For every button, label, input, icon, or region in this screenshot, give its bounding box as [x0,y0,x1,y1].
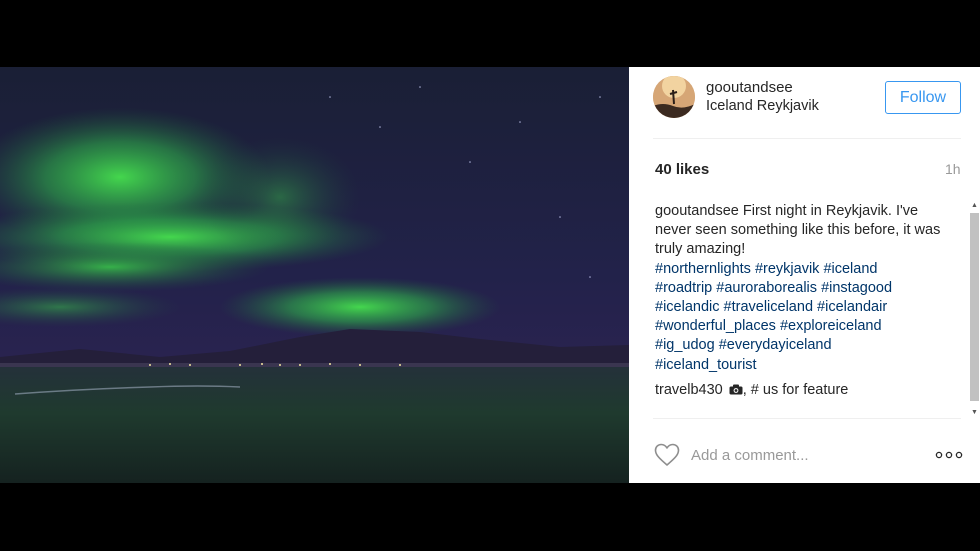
post-username[interactable]: gooutandsee [706,79,793,96]
comments-list: gooutandsee First night in Reykjavik. I'… [655,202,957,400]
hashtag[interactable]: #everydayiceland [719,337,832,353]
avatar-image [653,76,695,118]
hashtag[interactable]: #wonderful_places [655,318,776,334]
comment-item: travelb430 , # us for feature [655,381,957,400]
hashtag[interactable]: #roadtrip [655,280,712,296]
header-divider [653,138,961,139]
likes-count[interactable]: 40 likes [655,161,709,178]
hashtag[interactable]: #northernlights [655,261,751,277]
hashtag[interactable]: #icelandair [817,299,887,315]
follow-button[interactable]: Follow [885,81,961,114]
comment-footer [629,433,980,483]
caption-username[interactable]: gooutandsee [655,203,739,219]
post-photo[interactable] [0,67,629,483]
scrollbar-thumb[interactable] [970,213,979,401]
post-location[interactable]: Iceland Reykjavik [706,98,819,114]
caption: gooutandsee First night in Reykjavik. I'… [655,202,957,375]
post-time[interactable]: 1h [945,161,961,177]
footer-divider [653,418,961,419]
hashtag[interactable]: #reykjavik [755,261,819,277]
hashtag[interactable]: #icelandic [655,299,720,315]
hashtag[interactable]: #ig_udog [655,337,715,353]
comment-input[interactable] [691,443,921,467]
heart-icon[interactable] [654,443,680,467]
comment-text: , # us for feature [742,381,849,398]
aurora-photo [0,67,629,483]
hashtag[interactable]: #auroraborealis [716,280,817,296]
post-header: gooutandsee Iceland Reykjavik Follow [629,67,980,139]
more-options-icon[interactable] [935,445,963,465]
camera-icon [729,384,743,395]
hashtag[interactable]: #instagood [821,280,892,296]
hashtag[interactable]: #exploreiceland [780,318,882,334]
scroll-down-arrow-icon[interactable]: ▼ [970,408,979,417]
hashtag[interactable]: #traveliceland [724,299,813,315]
hashtag[interactable]: #iceland_tourist [655,357,757,373]
hashtag[interactable]: #iceland [823,261,877,277]
comment-username[interactable]: travelb430 [655,382,723,398]
scroll-up-arrow-icon[interactable]: ▲ [970,201,979,210]
comments-scrollbar[interactable]: ▲ ▼ [969,198,980,417]
post-detail-panel: gooutandsee Iceland Reykjavik Follow 40 … [629,67,980,483]
avatar[interactable] [653,76,695,118]
